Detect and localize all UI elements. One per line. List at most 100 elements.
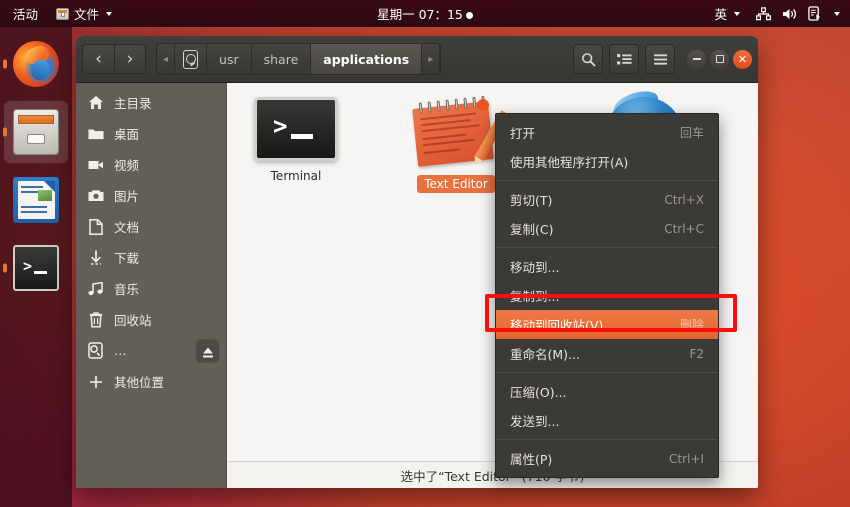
menu-item-cut[interactable]: 剪切(T) Ctrl+X [496,185,718,214]
sidebar-item-label: 桌面 [114,127,140,142]
firefox-icon [13,41,59,87]
menu-item-compress[interactable]: 压缩(O)... [496,377,718,406]
chevron-left-icon: ‹ [95,49,102,69]
back-button[interactable]: ‹ [82,44,114,74]
dock-item-libreoffice-writer[interactable] [4,169,68,231]
dock-item-firefox[interactable] [4,33,68,95]
text-editor-icon [412,95,510,167]
menu-item-accel: 删除 [679,318,704,332]
menu-item-copy[interactable]: 复制(C) Ctrl+C [496,214,718,243]
menu-item-move-to-trash[interactable]: 移动到回收站(V) 删除 [496,310,718,339]
chevron-right-icon: ▸ [428,53,434,65]
minimize-button[interactable] [687,49,706,69]
menu-item-open-with[interactable]: 使用其他程序打开(A) [496,147,718,176]
search-button[interactable] [573,44,603,74]
hamburger-menu-button[interactable] [645,44,675,74]
menu-item-label: 重命名(M)... [510,347,580,362]
eject-icon-bar [202,355,213,357]
menu-item-label: 移动到回收站(V) [510,318,604,333]
input-method-indicator[interactable]: 英 [709,2,745,25]
sidebar-item-device[interactable]: … [76,335,226,366]
eject-icon [202,347,213,354]
menu-item-open[interactable]: 打开 回车 [496,118,718,147]
forward-button[interactable]: › [114,44,146,74]
menu-item-label: 剪切(T) [510,193,553,208]
sidebar: 主目录 桌面 视频 图片 文档 下载 音乐 回收站 … 其他位置 [76,83,226,488]
menu-separator [496,439,718,440]
volume-icon[interactable] [782,7,797,21]
sidebar-item-videos[interactable]: 视频 [76,149,226,180]
breadcrumb-label: share [263,51,299,67]
breadcrumb-label: usr [219,51,239,67]
dock-item-files[interactable] [4,101,68,163]
menu-item-move-to[interactable]: 移动到... [496,252,718,281]
breadcrumb-label: applications [323,51,410,67]
dock-item-terminal[interactable]: > [4,237,68,299]
menu-item-rename[interactable]: 重命名(M)... F2 [496,339,718,368]
clock-label[interactable]: 星期一 07：15 [377,7,463,22]
sidebar-item-trash[interactable]: 回收站 [76,304,226,335]
music-icon [87,280,104,297]
menu-item-accel: F2 [689,346,704,361]
sidebar-item-music[interactable]: 音乐 [76,273,226,304]
breadcrumb-item-usr[interactable]: usr [207,44,252,74]
breadcrumb-scroll-left[interactable]: ◂ [157,44,176,74]
navigation-buttons: ‹ › [82,44,146,74]
menu-item-label: 使用其他程序打开(A) [510,155,629,170]
sidebar-item-label: … [114,343,127,358]
menu-separator [496,372,718,373]
file-item-terminal[interactable]: > Terminal [241,97,351,193]
list-view-icon [616,53,632,65]
chevron-down-icon [734,11,740,16]
context-menu: 打开 回车 使用其他程序打开(A) 剪切(T) Ctrl+X 复制(C) Ctr… [495,113,719,478]
close-button[interactable]: ✕ [733,49,752,69]
dock: > [0,27,72,507]
menu-separator [496,180,718,181]
sidebar-item-label: 图片 [114,189,140,204]
network-icon[interactable] [756,6,771,21]
sidebar-item-home[interactable]: 主目录 [76,87,226,118]
file-label: Terminal [270,169,322,183]
menu-item-copy-to[interactable]: 复制到... [496,281,718,310]
menu-item-label: 复制到... [510,289,560,304]
sidebar-item-label: 下载 [114,251,140,266]
breadcrumb-device-button[interactable] [175,44,208,74]
chevron-right-icon: › [126,49,134,69]
menu-item-properties[interactable]: 属性(P) Ctrl+I [496,444,718,473]
pictures-icon [87,187,104,204]
trash-icon [87,311,104,328]
sidebar-item-label: 回收站 [114,313,152,328]
sidebar-item-documents[interactable]: 文档 [76,211,226,242]
app-menu-label: 文件 [74,7,100,22]
menu-item-label: 打开 [510,126,536,141]
menu-item-label: 属性(P) [510,452,553,467]
eject-button[interactable] [196,339,219,362]
plus-icon [87,373,104,390]
chevron-down-icon [106,11,113,16]
power-icon[interactable] [808,6,821,21]
breadcrumb-item-applications[interactable]: applications [311,44,423,74]
sidebar-item-other-locations[interactable]: 其他位置 [76,366,226,397]
sidebar-item-desktop[interactable]: 桌面 [76,118,226,149]
sidebar-item-label: 文档 [114,220,140,235]
terminal-icon: > [13,245,59,291]
breadcrumb-scroll-right[interactable]: ▸ [422,44,441,74]
menu-item-send-to[interactable]: 发送到... [496,406,718,435]
view-toggle-button[interactable] [609,44,639,74]
sidebar-item-pictures[interactable]: 图片 [76,180,226,211]
hamburger-menu-icon [653,53,667,65]
search-icon [581,52,595,66]
app-menu-button[interactable]: 文件 [51,2,117,25]
sidebar-item-downloads[interactable]: 下载 [76,242,226,273]
activities-button[interactable]: 活动 [8,2,43,25]
chevron-down-icon[interactable] [834,11,840,16]
menu-item-label: 发送到... [510,414,560,429]
files-icon [13,109,59,155]
desktop-folder-icon [87,125,104,142]
hdd-icon [183,49,199,69]
sidebar-item-label: 音乐 [114,282,140,297]
breadcrumb-item-share[interactable]: share [252,44,312,74]
menu-item-accel: Ctrl+I [669,451,704,466]
sidebar-item-label: 其他位置 [114,375,165,390]
maximize-button[interactable] [710,49,729,69]
